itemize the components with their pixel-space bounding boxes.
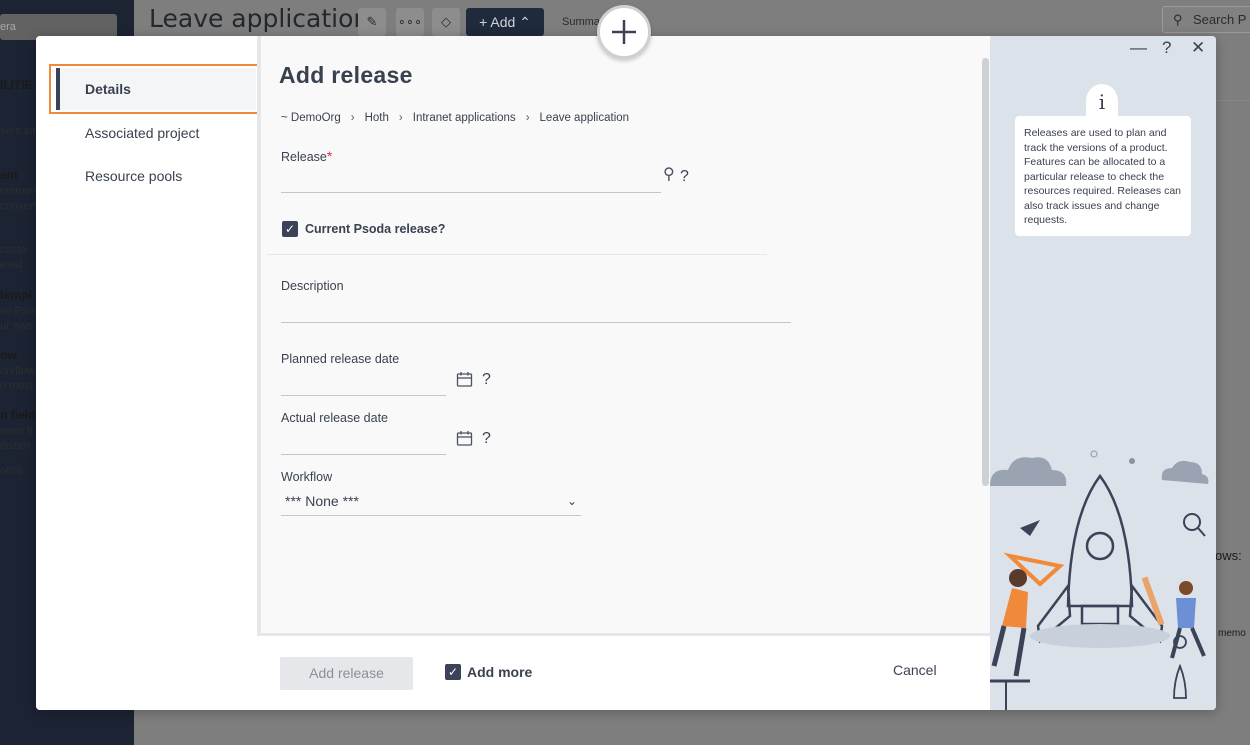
more-icon[interactable]: ∘∘∘ bbox=[396, 8, 424, 36]
add-release-dialog: Details Associated project Resource pool… bbox=[36, 36, 1216, 710]
add-fab-button[interactable] bbox=[597, 5, 651, 59]
workflow-selected-value: *** None *** bbox=[285, 493, 359, 509]
calendar-icon[interactable] bbox=[456, 430, 473, 452]
planned-date-label: Planned release date bbox=[281, 352, 400, 366]
sidebar-snippet: ILITIE bbox=[0, 78, 33, 92]
nav-item-label: Associated project bbox=[85, 125, 200, 141]
chevron-down-icon: ⌄ bbox=[566, 494, 577, 508]
info-icon: i bbox=[1086, 84, 1118, 118]
plus-icon bbox=[612, 20, 636, 44]
add-more-checkbox[interactable]: ✓ bbox=[445, 664, 461, 680]
planned-date-input[interactable] bbox=[281, 395, 446, 396]
sidebar-snippet: ollce bbox=[0, 465, 23, 477]
sidebar-snippet: n field stom fi dozen bbox=[0, 408, 36, 452]
dialog-nav: Details Associated project Resource pool… bbox=[36, 36, 262, 636]
search-icon[interactable]: ⚲ bbox=[663, 166, 675, 184]
nav-item-resource-pools[interactable]: Resource pools bbox=[56, 155, 256, 197]
nav-item-label: Resource pools bbox=[85, 168, 183, 184]
breadcrumb: ~ DemoOrg › Hoth › Intranet applications… bbox=[281, 112, 629, 124]
nav-item-associated-project[interactable]: Associated project bbox=[56, 112, 256, 154]
add-menu-button[interactable]: + Add ⌃ bbox=[466, 8, 544, 36]
breadcrumb-item[interactable]: Hoth bbox=[365, 112, 389, 124]
workflow-select[interactable]: *** None *** ⌄ bbox=[281, 488, 581, 516]
close-icon[interactable]: ✕ bbox=[1191, 38, 1205, 58]
calendar-icon[interactable] bbox=[456, 371, 473, 393]
tag-icon[interactable]: ◇ bbox=[432, 8, 460, 36]
page-title: Leave application bbox=[149, 4, 370, 33]
form-scrollbar[interactable] bbox=[982, 58, 989, 486]
sidebar-snippet: templ se Psod ur own bbox=[0, 288, 40, 332]
info-text: Releases are used to plan and track the … bbox=[1015, 116, 1191, 236]
current-release-label: Current Psoda release? bbox=[305, 222, 446, 236]
edit-icon[interactable]: ✎ bbox=[358, 8, 386, 36]
description-label: Description bbox=[281, 279, 344, 293]
breadcrumb-item[interactable]: ~ DemoOrg bbox=[281, 112, 341, 124]
rows-label: ows: bbox=[1215, 548, 1242, 563]
sidebar-snippet: ow orkflow o most bbox=[0, 348, 35, 392]
info-panel: — ? ✕ i Releases are used to plan and tr… bbox=[990, 36, 1216, 710]
actual-date-label: Actual release date bbox=[281, 411, 389, 425]
chevron-right-icon: › bbox=[525, 112, 530, 124]
description-input[interactable] bbox=[281, 322, 791, 323]
release-form: Add release ~ DemoOrg › Hoth › Intranet … bbox=[257, 36, 990, 636]
divider bbox=[267, 254, 767, 255]
add-more-label: Add more bbox=[467, 664, 533, 680]
breadcrumb-item[interactable]: Intranet applications bbox=[413, 112, 516, 124]
planned-date-help-icon[interactable]: ? bbox=[482, 371, 491, 389]
cancel-button[interactable]: Cancel bbox=[893, 662, 937, 678]
release-input[interactable] bbox=[281, 192, 661, 193]
chevron-right-icon: › bbox=[350, 112, 355, 124]
sidebar-snippet: custo exist bbox=[0, 244, 27, 271]
required-marker: * bbox=[326, 148, 333, 164]
background-panel bbox=[1215, 100, 1250, 600]
minimize-icon[interactable]: — bbox=[1130, 38, 1147, 58]
actual-date-input[interactable] bbox=[281, 454, 446, 455]
chevron-right-icon: › bbox=[398, 112, 403, 124]
release-help-icon[interactable]: ? bbox=[680, 168, 689, 186]
search-input[interactable]: ⚲ Search P bbox=[1162, 6, 1250, 33]
workflow-label: Workflow bbox=[281, 470, 333, 484]
form-title: Add release bbox=[279, 62, 413, 88]
search-icon: ⚲ bbox=[1173, 12, 1183, 27]
rocket-illustration-icon bbox=[990, 450, 1209, 710]
nav-item-details[interactable]: Details bbox=[56, 68, 256, 110]
memo-label: memo bbox=[1218, 628, 1246, 639]
release-label: Release* bbox=[281, 148, 333, 164]
help-icon[interactable]: ? bbox=[1162, 38, 1171, 58]
dialog-footer: Add release ✓ Add more Cancel bbox=[36, 636, 990, 710]
nav-item-label: Details bbox=[85, 81, 131, 97]
add-release-button[interactable]: Add release bbox=[280, 657, 413, 690]
current-release-checkbox[interactable]: ✓ bbox=[282, 221, 298, 237]
sidebar-snippet: sers int bbox=[0, 125, 36, 137]
actual-date-help-icon[interactable]: ? bbox=[482, 430, 491, 448]
breadcrumb-item[interactable]: Leave application bbox=[540, 112, 630, 124]
